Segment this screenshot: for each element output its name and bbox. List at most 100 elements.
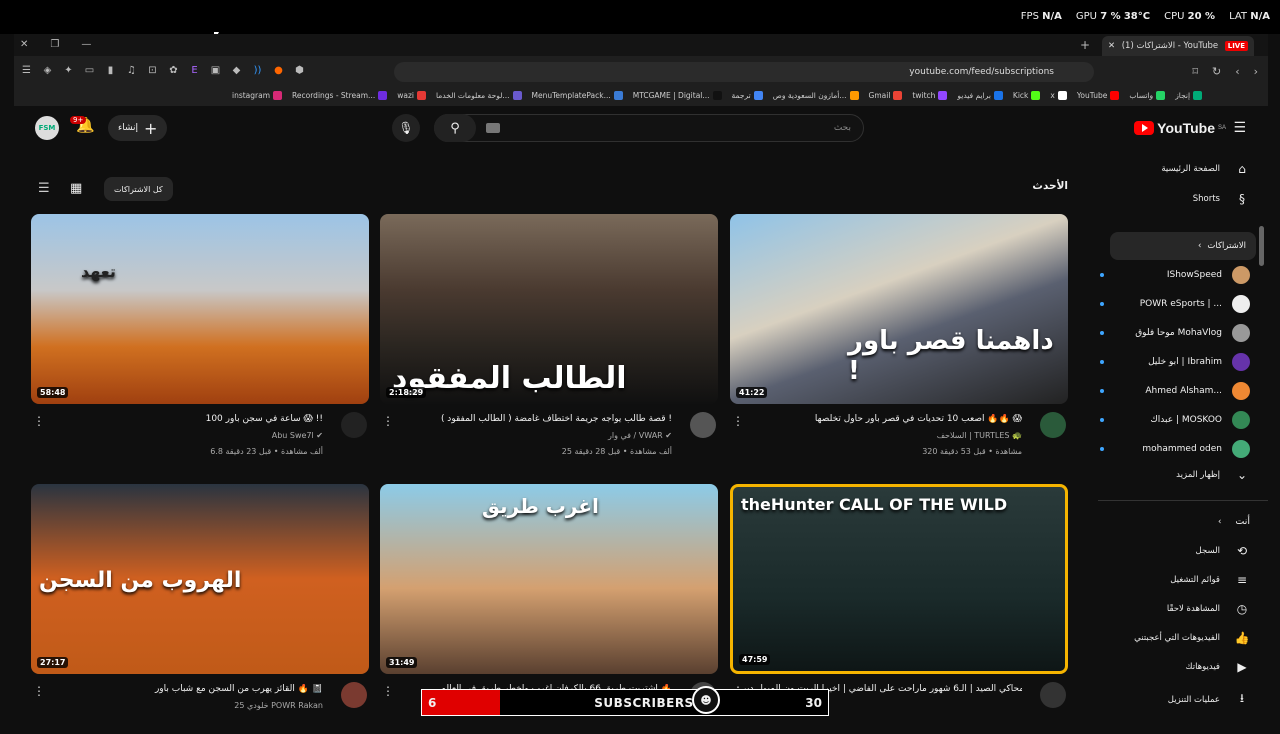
- bookmark-item[interactable]: instagram: [232, 90, 283, 100]
- video-card[interactable]: داهمنا قصر باور ! 41:22 ⋮ اصعب 10 تحديات في…: [730, 214, 1068, 464]
- sidebar-item-you-5[interactable]: عمليات التنزيل ⭳: [1100, 689, 1250, 710]
- bookmark-label: twitch: [912, 90, 936, 100]
- back-icon[interactable]: ‹: [1235, 65, 1239, 78]
- video-thumbnail[interactable]: تعهد 58:48: [31, 214, 369, 404]
- extensions-icon[interactable]: ✿: [167, 64, 180, 77]
- bookmark-item[interactable]: Gmail: [869, 90, 903, 100]
- bookmark-item[interactable]: twitch: [912, 90, 948, 100]
- sidebar-channel-item[interactable]: Ahmed Alsham...: [1100, 382, 1250, 400]
- sidebar-channel-item[interactable]: mohammed oden: [1100, 440, 1250, 458]
- sidebar-channel-item[interactable]: عبداك | MOSKOO: [1100, 411, 1250, 429]
- forward-icon[interactable]: ›: [1254, 65, 1258, 78]
- bookmark-item[interactable]: واتساب: [1129, 90, 1166, 100]
- video-title[interactable]: اصعب 10 تحديات في قصر باور حاول تخلصها 🔥…: [742, 414, 1022, 424]
- sidebar-channel-item[interactable]: موحا فلوق MohaVlog: [1100, 324, 1250, 342]
- vpn-icon[interactable]: ◆: [230, 64, 243, 77]
- keyboard-icon[interactable]: [486, 123, 500, 133]
- bookmark-item[interactable]: لوحة معلومات الخدما...: [436, 90, 522, 100]
- browser-tab-youtube[interactable]: ✕ (1) الاشتراكات - YouTube LIVE: [1102, 36, 1254, 56]
- create-button[interactable]: إنشاء +: [108, 115, 168, 141]
- bookmark-item[interactable]: MenuTemplatePack...: [532, 90, 623, 100]
- video-title[interactable]: قصة طالب يواجه جريمة اختطاف غامضة ( الطا…: [392, 414, 672, 424]
- bookmark-item[interactable]: أمازون السعودية وص...: [773, 90, 859, 100]
- sidebar-item-you-4[interactable]: فيديوهاتك ▶: [1100, 660, 1250, 674]
- bookmark-item[interactable]: Recordings - Stream...: [292, 90, 388, 100]
- grid-view-icon[interactable]: ▦: [70, 181, 82, 196]
- video-channel-name[interactable]: Abu Swe7l ✔: [272, 431, 323, 440]
- extension-icon[interactable]: ▣: [209, 64, 222, 77]
- bookmark-item[interactable]: YouTube: [1077, 90, 1120, 100]
- channel-avatar[interactable]: [1040, 412, 1066, 438]
- sidebar-item-label: أنت: [1235, 516, 1250, 527]
- video-thumbnail[interactable]: داهمنا قصر باور ! 41:22: [730, 214, 1068, 404]
- sidebar-item-you-1[interactable]: قوائم التشغيل ≡: [1100, 573, 1250, 587]
- sidebar-item-subscriptions[interactable]: ‹ الاشتراكات: [1110, 232, 1256, 260]
- sidebar-item-label: السجل: [1195, 546, 1220, 556]
- music-icon[interactable]: ♫: [125, 64, 138, 77]
- sidebar-section-you[interactable]: ‹ أنت: [1100, 516, 1250, 527]
- pin-icon[interactable]: ✦: [62, 64, 75, 77]
- window-controls: ✕ ❐ —: [20, 39, 91, 50]
- address-bar[interactable]: youtube.com/feed/subscriptions: [394, 62, 1094, 82]
- sidebar-item-you-3[interactable]: الفيديوهات التي أعجبتني 👍: [1100, 631, 1250, 645]
- video-card[interactable]: الطالب المفقود 2:18:29 ⋮ قصة طالب يواجه جري…: [380, 214, 718, 464]
- search-button[interactable]: ⚲: [434, 114, 476, 142]
- extension-fire-icon[interactable]: ●: [272, 64, 285, 77]
- wallet-icon[interactable]: ▭: [83, 64, 96, 77]
- all-subscriptions-chip[interactable]: كل الاشتراكات: [104, 177, 173, 201]
- avatar[interactable]: FSM: [35, 116, 59, 140]
- youtube-logo[interactable]: YouTube SA: [1134, 120, 1226, 136]
- sidebar-channel-item[interactable]: ابو خليل | Ibrahim: [1100, 353, 1250, 371]
- sidebar-item-you-0[interactable]: السجل ⟲: [1100, 544, 1250, 558]
- channel-avatar[interactable]: [341, 412, 367, 438]
- bookmark-item[interactable]: إنجاز: [1175, 90, 1203, 100]
- extension-e-icon[interactable]: E: [188, 64, 201, 77]
- bookmark-item[interactable]: x: [1050, 90, 1067, 100]
- sidebar-channel-item[interactable]: POWR eSports | ...: [1100, 295, 1250, 313]
- new-tab-button[interactable]: +: [1080, 38, 1090, 52]
- video-card[interactable]: الهروب من السجن 27:17 ⋮ القائز يهرب من السج…: [31, 484, 369, 734]
- video-channel-name[interactable]: في وار / VWAR ✔: [608, 431, 672, 440]
- screenshot-icon[interactable]: ⊡: [146, 64, 159, 77]
- video-thumbnail[interactable]: الهروب من السجن 27:17: [31, 484, 369, 674]
- sidebar-item-home[interactable]: الصفحة الرئيسية ⌂: [1100, 162, 1250, 176]
- close-window-icon[interactable]: ✕: [20, 39, 28, 50]
- extension-shield-icon[interactable]: ⬢: [293, 64, 306, 77]
- video-thumbnail[interactable]: theHunter CALL OF THE WILD 47:59: [730, 484, 1068, 674]
- video-thumbnail[interactable]: اغرب طريق 31:49: [380, 484, 718, 674]
- restore-window-icon[interactable]: ❐: [50, 39, 59, 50]
- channel-avatar[interactable]: [690, 412, 716, 438]
- sidebar-channel-item[interactable]: IShowSpeed: [1100, 266, 1250, 284]
- scrollbar[interactable]: [1259, 226, 1264, 266]
- bookmark-item[interactable]: ترجمة: [732, 90, 763, 100]
- video-title[interactable]: القائز يهرب من السجن مع شباب باور 🔥 📓: [43, 684, 323, 694]
- sidebar-item-label: الفيديوهات التي أعجبتني: [1134, 633, 1220, 643]
- list-view-icon[interactable]: ☰: [38, 181, 50, 196]
- video-channel-name[interactable]: السلاحف | TURTLES 🐢: [937, 431, 1022, 440]
- sidebar-item-you-2[interactable]: المشاهدة لاحقًا ◷: [1100, 602, 1250, 616]
- shield-icon[interactable]: ◈: [41, 64, 54, 77]
- reload-icon[interactable]: ↻: [1212, 65, 1221, 78]
- show-more-button[interactable]: إظهار المزيد ⌄: [1100, 468, 1250, 482]
- bookmark-item[interactable]: MTCGAME | Digital...: [633, 90, 722, 100]
- guide-menu-icon[interactable]: ☰: [1233, 120, 1246, 136]
- menu-icon[interactable]: ☰: [20, 64, 33, 77]
- sidebar-item-shorts[interactable]: Shorts §: [1100, 192, 1250, 206]
- video-thumbnail[interactable]: الطالب المفقود 2:18:29: [380, 214, 718, 404]
- bookmark-item[interactable]: wazi: [397, 90, 426, 100]
- channel-avatar[interactable]: [341, 682, 367, 708]
- bookmark-icon[interactable]: ⌑: [1192, 65, 1198, 78]
- video-channel-name[interactable]: خلودي 25 POWR Rakan: [234, 701, 323, 710]
- bookmark-item[interactable]: برايم فيديو: [957, 90, 1003, 100]
- extension-wave-icon[interactable]: )): [251, 64, 264, 77]
- sidebar-icon[interactable]: ▮: [104, 64, 117, 77]
- playlists-icon: ≡: [1236, 573, 1248, 587]
- tab-close-icon[interactable]: ✕: [1108, 41, 1115, 51]
- sidebar-item-label: عمليات التنزيل: [1167, 694, 1220, 705]
- voice-search-icon[interactable]: 🎙: [392, 114, 420, 142]
- channel-avatar[interactable]: [1040, 682, 1066, 708]
- bookmark-item[interactable]: Kick: [1013, 90, 1041, 100]
- video-card[interactable]: تعهد 58:48 ⋮ 100 ساعة في سجن باور 😱 !! Abu S…: [31, 214, 369, 464]
- minimize-window-icon[interactable]: —: [81, 39, 91, 50]
- video-title[interactable]: 100 ساعة في سجن باور 😱 !!: [43, 414, 323, 424]
